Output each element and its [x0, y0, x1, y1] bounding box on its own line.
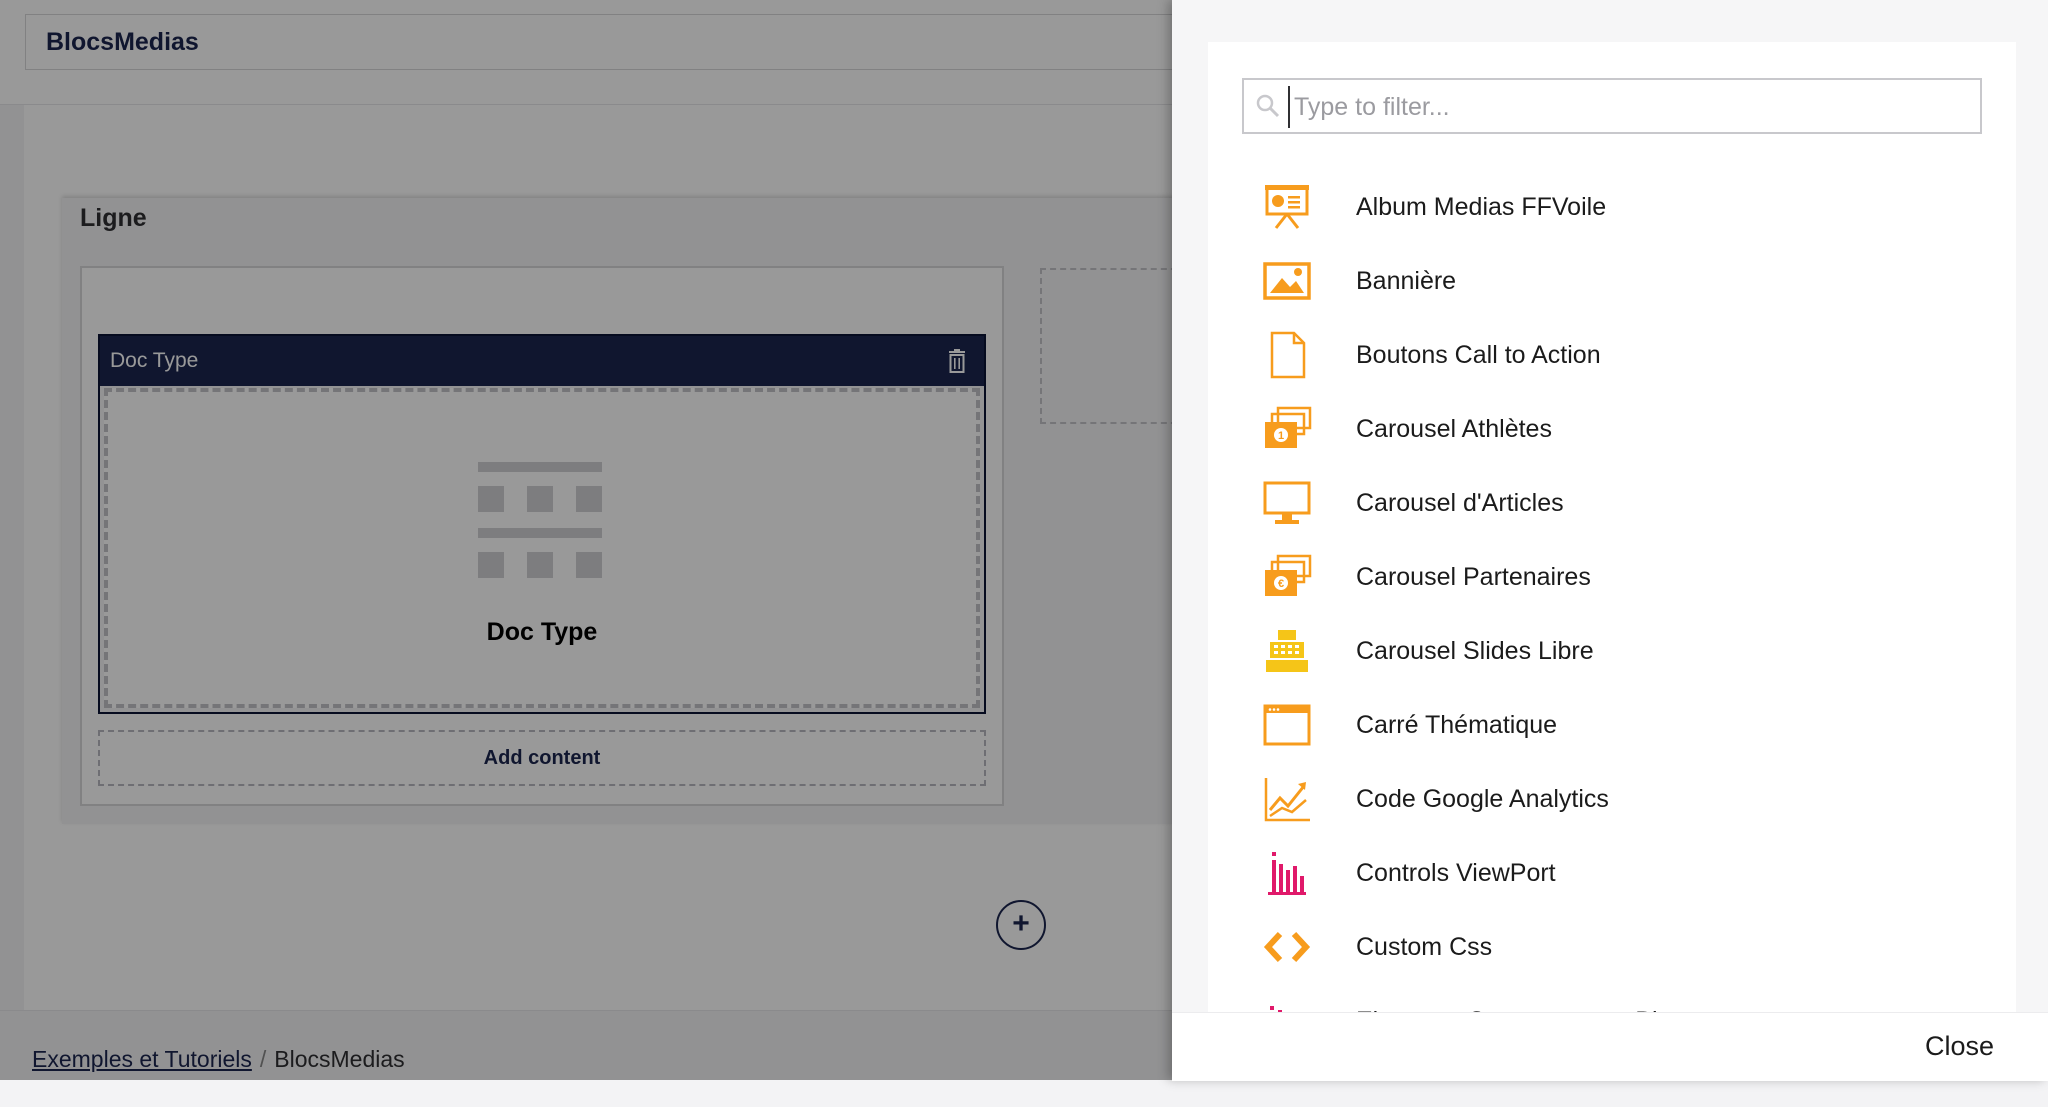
filter-box [1242, 78, 1982, 134]
element-type-item[interactable]: Album Medias FFVoile [1208, 170, 2016, 244]
element-type-label: Bannière [1356, 267, 1457, 295]
search-icon [1256, 94, 1280, 118]
code-icon [1263, 931, 1311, 963]
element-type-label: Album Medias FFVoile [1356, 193, 1607, 221]
element-type-label: Carré Thématique [1356, 711, 1558, 739]
element-type-label: Carousel Slides Libre [1356, 637, 1594, 665]
modal-backdrop[interactable] [0, 0, 1172, 1080]
element-type-picker-dialog: Album Medias FFVoile Bannière Boutons Call… [1172, 0, 2048, 1081]
element-type-label: Carousel Partenaires [1356, 563, 1591, 591]
monitor-icon [1263, 481, 1311, 524]
element-type-item[interactable]: Controls ViewPort [1208, 836, 2016, 910]
picture-icon [1263, 262, 1311, 300]
svg-text:€: € [1278, 578, 1284, 590]
element-type-label: Controls ViewPort [1356, 859, 1556, 887]
browser-window-icon [1263, 704, 1311, 746]
element-type-list: Album Medias FFVoile Bannière Boutons Call… [1208, 170, 2016, 1012]
dialog-footer: Close [1172, 1012, 2048, 1081]
element-type-label: Code Google Analytics [1356, 785, 1609, 813]
bar-chart-icon [1268, 852, 1306, 895]
svg-text:1: 1 [1278, 430, 1284, 442]
line-chart-icon [1264, 778, 1310, 822]
element-type-item[interactable]: Code Google Analytics [1208, 762, 2016, 836]
filter-input[interactable] [1288, 86, 1976, 128]
cash-register-icon [1266, 630, 1308, 672]
element-type-item[interactable]: 1 Carousel Athlètes [1208, 392, 2016, 466]
euro-stack-icon: € [1265, 554, 1312, 596]
close-button[interactable]: Close [1925, 1031, 1994, 1062]
element-type-label: Elements Communs aux Blocs [1356, 984, 1696, 1012]
element-type-label: Custom Css [1356, 933, 1493, 961]
dots-grid-icon [1270, 1006, 1282, 1012]
element-type-item[interactable]: Carré Thématique [1208, 688, 2016, 762]
picker-card: Album Medias FFVoile Bannière Boutons Call… [1208, 42, 2016, 1012]
element-type-item[interactable]: Boutons Call to Action [1208, 318, 2016, 392]
element-type-label: Carousel Athlètes [1356, 415, 1552, 443]
element-type-label: Boutons Call to Action [1356, 341, 1601, 369]
element-type-item[interactable]: € Carousel Partenaires [1208, 540, 2016, 614]
element-type-label: Carousel d'Articles [1356, 489, 1564, 517]
element-type-item[interactable]: Carousel Slides Libre [1208, 614, 2016, 688]
element-type-item[interactable]: Carousel d'Articles [1208, 466, 2016, 540]
element-type-item[interactable]: Bannière [1208, 244, 2016, 318]
element-type-item[interactable]: Elements Communs aux Blocs [1208, 984, 2016, 1012]
presentation-icon [1265, 185, 1309, 229]
money-stack-icon: 1 [1265, 406, 1312, 448]
element-type-item[interactable]: Custom Css [1208, 910, 2016, 984]
document-icon [1270, 331, 1306, 379]
